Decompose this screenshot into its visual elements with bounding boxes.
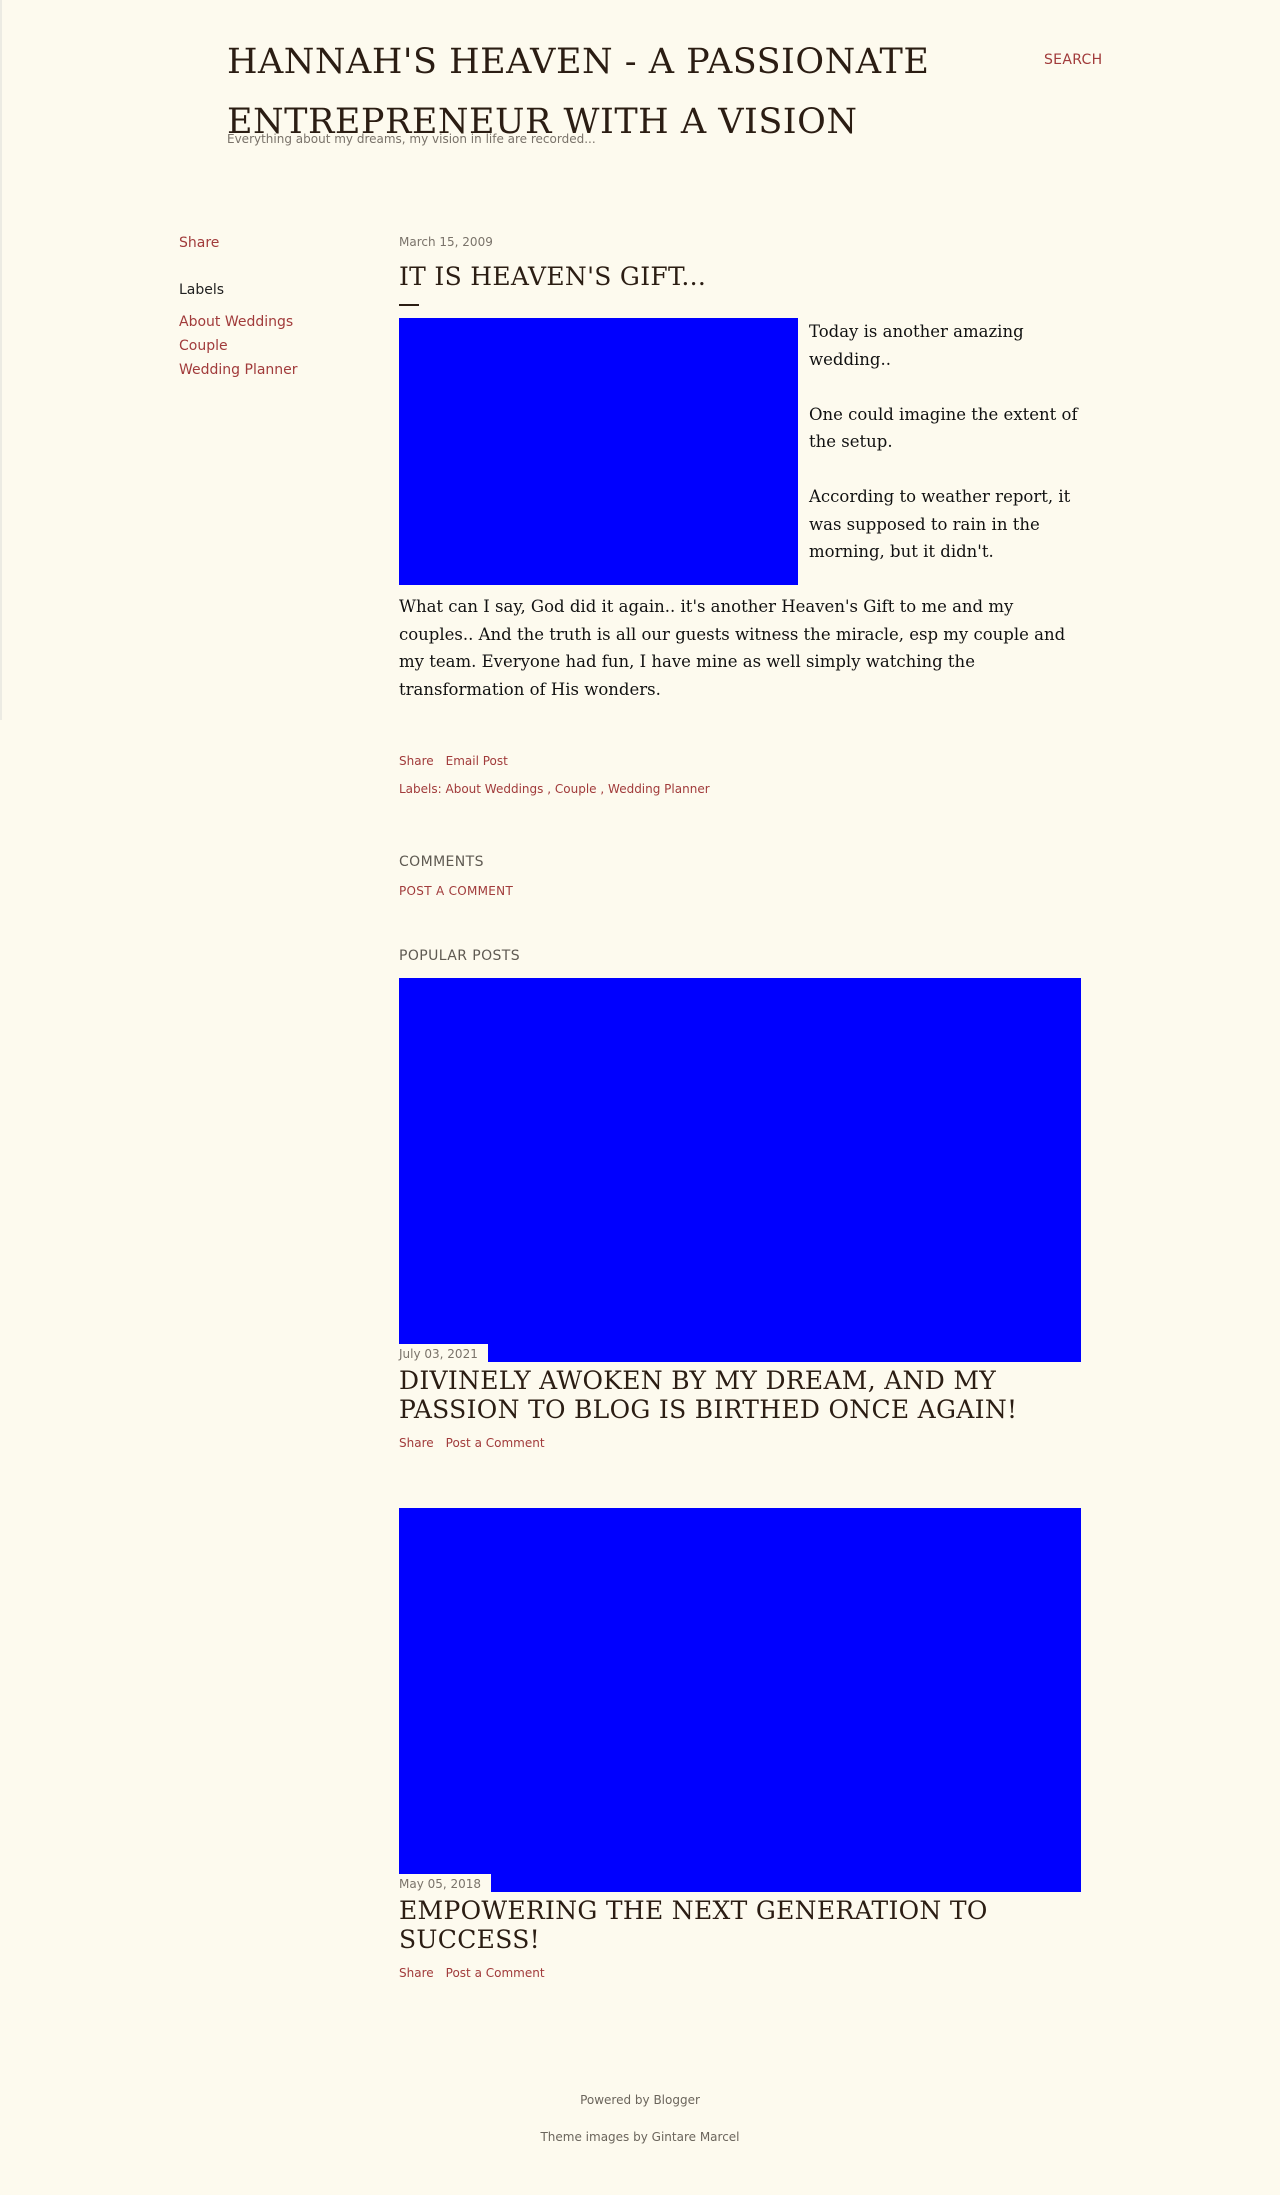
post-body: Today is another amazing wedding.. One c… — [399, 318, 1081, 731]
post-image[interactable] — [399, 318, 798, 585]
popular-post-comment-link[interactable]: Post a Comment — [446, 1436, 545, 1450]
popular-post-share-button[interactable]: Share — [399, 1966, 434, 1980]
site-description: Everything about my dreams, my vision in… — [227, 132, 596, 146]
popular-post-date: May 05, 2018 — [399, 1874, 492, 1892]
popular-post-image[interactable]: May 05, 2018 — [399, 1508, 1081, 1892]
title-underline — [399, 304, 419, 306]
post-label-about-weddings[interactable]: About Weddings — [446, 782, 544, 796]
theme-credit: Theme images by Gintare Marcel — [540, 2130, 740, 2144]
popular-post-title[interactable]: DIVINELY AWOKEN BY MY DREAM, AND MY PASS… — [399, 1366, 1081, 1424]
popular-post-share-button[interactable]: Share — [399, 1436, 434, 1450]
post-label-wedding-planner[interactable]: Wedding Planner — [608, 782, 710, 796]
sidebar-share-link[interactable]: Share — [179, 235, 219, 251]
powered-by-blogger[interactable]: Powered by Blogger — [0, 2093, 1280, 2107]
label-separator: , — [600, 782, 605, 796]
labels-list: About Weddings Couple Wedding Planner — [179, 310, 298, 382]
post-share-button[interactable]: Share — [399, 754, 434, 768]
label-link-wedding-planner[interactable]: Wedding Planner — [179, 362, 298, 378]
popular-post-item: July 03, 2021 DIVINELY AWOKEN BY MY DREA… — [399, 978, 1081, 1450]
popular-post-date: July 03, 2021 — [399, 1344, 488, 1362]
post-labels: Labels: About Weddings , Couple , Weddin… — [399, 782, 710, 796]
label-separator: , — [547, 782, 552, 796]
comments-heading: COMMENTS — [399, 854, 484, 870]
popular-post-image[interactable]: July 03, 2021 — [399, 978, 1081, 1362]
post-share-bar: Share Email Post — [399, 754, 508, 768]
left-border — [0, 0, 2, 720]
popular-post-actions: Share Post a Comment — [399, 1966, 1081, 1980]
label-link-about-weddings[interactable]: About Weddings — [179, 314, 293, 330]
popular-posts-heading: POPULAR POSTS — [399, 948, 521, 964]
labels-heading: Labels — [179, 282, 225, 298]
email-post-button[interactable]: Email Post — [446, 754, 508, 768]
search-button[interactable]: SEARCH — [1044, 52, 1102, 68]
popular-post-title[interactable]: EMPOWERING THE NEXT GENERATION TO SUCCES… — [399, 1896, 1081, 1954]
post-labels-prefix: Labels: — [399, 782, 442, 796]
post-date: March 15, 2009 — [399, 235, 493, 249]
popular-post-actions: Share Post a Comment — [399, 1436, 1081, 1450]
post-label-couple[interactable]: Couple — [555, 782, 597, 796]
post-title: IT IS HEAVEN'S GIFT... — [399, 262, 707, 291]
popular-post-comment-link[interactable]: Post a Comment — [446, 1966, 545, 1980]
label-link-couple[interactable]: Couple — [179, 338, 228, 354]
post-paragraph: What can I say, God did it again.. it's … — [399, 597, 1066, 699]
post-comment-button[interactable]: POST A COMMENT — [399, 884, 513, 898]
popular-post-item: May 05, 2018 EMPOWERING THE NEXT GENERAT… — [399, 1508, 1081, 1980]
